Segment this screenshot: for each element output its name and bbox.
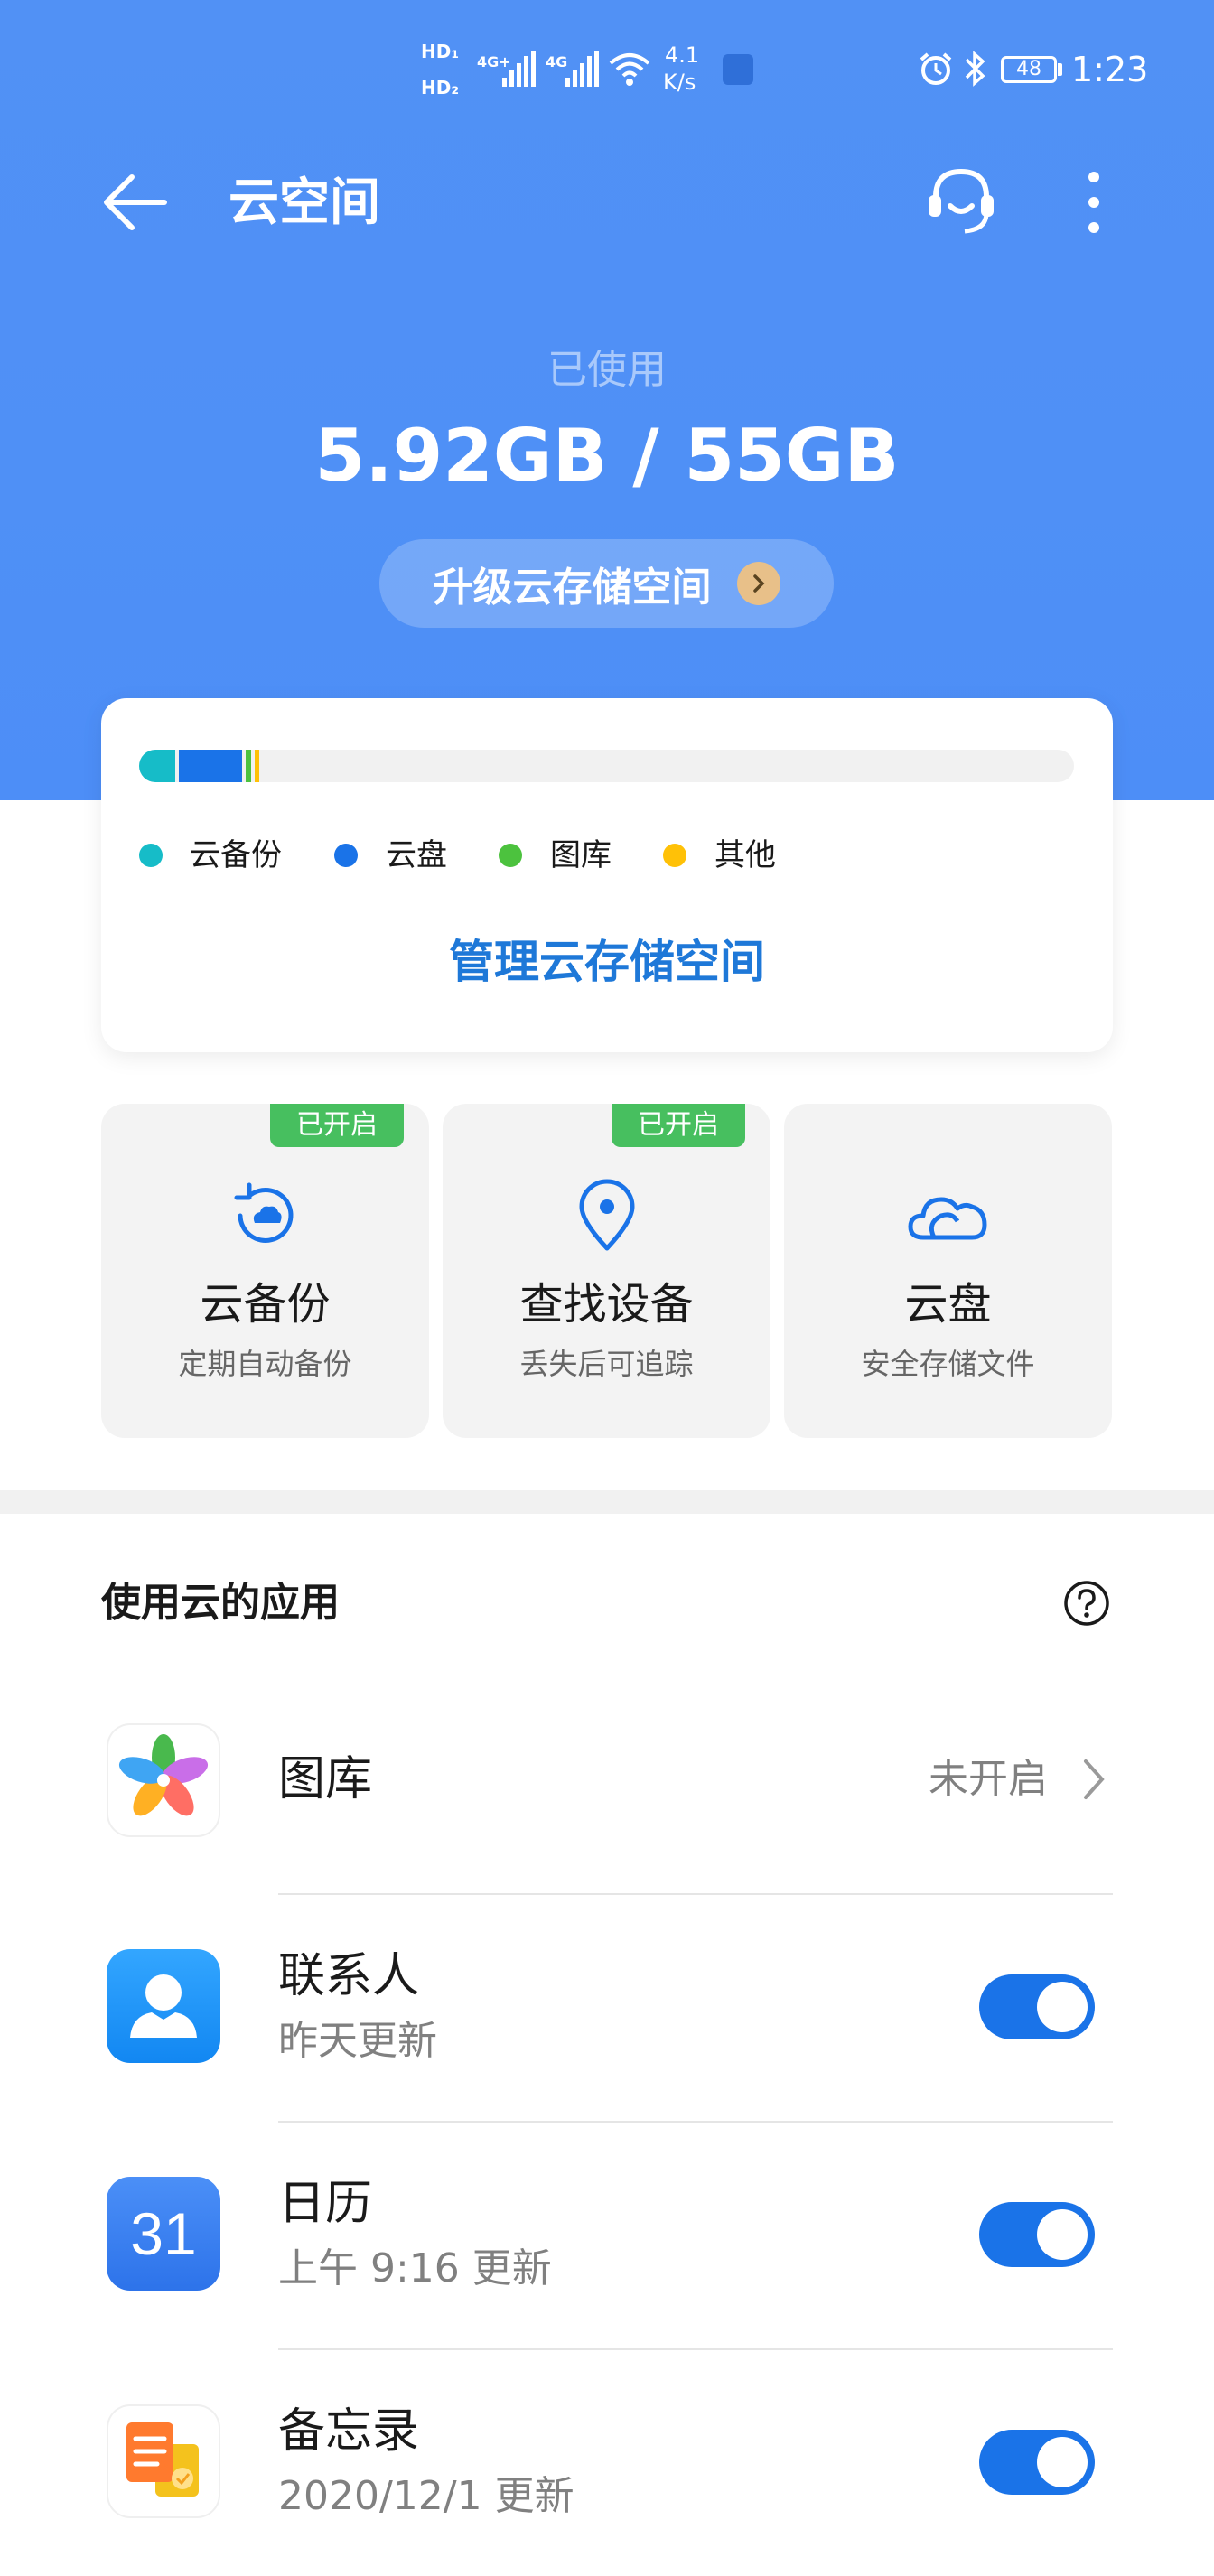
app-row-notes: 备忘录 2020/12/1 更新: [0, 2350, 1214, 2576]
sim2-hd-label: HD₂: [421, 77, 460, 98]
legend-label-drive: 云盘: [386, 837, 447, 873]
app-status: 未开启: [929, 1756, 1048, 1802]
wifi-icon: [609, 53, 650, 86]
location-pin-icon: [443, 1178, 770, 1254]
app-name: 联系人: [278, 1949, 420, 2003]
app-name: 日历: [278, 2177, 373, 2231]
status-bar: HD₁ HD₂ 4G+ 4G 4.1 K/s 48 1:23: [0, 0, 1214, 135]
usage-value: 5.92GB / 55GB: [314, 414, 900, 498]
legend-label-backup: 云备份: [190, 837, 282, 873]
app-row-contacts: 联系人 昨天更新: [0, 1895, 1214, 2121]
page-title: 云空间: [229, 173, 380, 232]
chevron-right-icon: [1084, 1759, 1105, 1799]
app-name: 图库: [278, 1752, 373, 1806]
alarm-icon: [920, 52, 952, 85]
sync-toggle[interactable]: [979, 1974, 1095, 2039]
storage-segment-backup: [139, 750, 175, 782]
apps-section-title: 使用云的应用: [101, 1580, 340, 1626]
storage-segment-other: [255, 750, 259, 782]
usage-label: 已使用: [547, 347, 667, 393]
customer-service-icon[interactable]: [923, 163, 999, 238]
toggle-knob: [1037, 2209, 1088, 2260]
legend-dot-other: [663, 844, 686, 867]
sync-toggle[interactable]: [979, 2202, 1095, 2267]
app-last-updated: 2020/12/1 更新: [278, 2473, 574, 2519]
cloud-backup-icon: [101, 1178, 429, 1254]
storage-segment-gallery: [246, 750, 251, 782]
legend-label-other: 其他: [714, 837, 776, 873]
enabled-badge: 已开启: [612, 1104, 745, 1147]
gallery-app-icon: [107, 1723, 220, 1837]
bluetooth-icon: [965, 51, 985, 87]
storage-segment-drive: [179, 750, 242, 782]
feature-title: 云盘: [904, 1279, 992, 1330]
app-notification-icon: [723, 54, 753, 85]
app-last-updated: 昨天更新: [278, 2018, 437, 2064]
feature-tile-cloud-backup[interactable]: 已开启 云备份 定期自动备份: [101, 1104, 429, 1438]
feature-title: 查找设备: [519, 1279, 694, 1330]
back-arrow-icon[interactable]: [101, 168, 170, 237]
manage-storage-link[interactable]: 管理云存储空间: [101, 935, 1113, 989]
legend-dot-gallery: [499, 844, 522, 867]
legend-label-gallery: 图库: [550, 837, 612, 873]
cloud-icon: [784, 1178, 1112, 1254]
sim1-hd-label: HD₁: [421, 41, 460, 62]
battery-tip-icon: [1058, 63, 1062, 76]
storage-usage-bar: [139, 750, 1074, 782]
feature-title: 云备份: [200, 1279, 331, 1330]
toggle-knob: [1037, 1982, 1088, 2032]
feature-tile-cloud-drive[interactable]: 云盘 安全存储文件: [784, 1104, 1112, 1438]
chevron-right-icon: [736, 562, 780, 605]
feature-subtitle: 安全存储文件: [861, 1347, 1035, 1381]
app-name: 备忘录: [278, 2404, 420, 2459]
contacts-app-icon: [107, 1949, 220, 2063]
toggle-knob: [1037, 2437, 1088, 2487]
calendar-app-icon: 31: [107, 2177, 220, 2291]
legend-dot-drive: [334, 844, 358, 867]
more-options-icon[interactable]: [1080, 168, 1107, 237]
feature-subtitle: 丢失后可追踪: [519, 1347, 694, 1381]
app-row-gallery[interactable]: 图库 未开启: [0, 1698, 1214, 1893]
sync-toggle[interactable]: [979, 2430, 1095, 2495]
upgrade-storage-label: 升级云存储空间: [433, 565, 712, 611]
signal-icon: [502, 51, 536, 87]
storage-card: 云备份 云盘 图库 其他 管理云存储空间: [101, 698, 1113, 1052]
help-icon[interactable]: [1062, 1579, 1111, 1628]
app-row-calendar: 31 日历 上午 9:16 更新: [0, 2123, 1214, 2348]
network-speed-unit: K/s: [663, 70, 696, 95]
clock: 1:23: [1071, 50, 1149, 89]
feature-tile-find-device[interactable]: 已开启 查找设备 丢失后可追踪: [443, 1104, 770, 1438]
network-speed-value: 4.1: [665, 42, 700, 68]
enabled-badge: 已开启: [270, 1104, 404, 1147]
signal-icon: [565, 51, 599, 87]
feature-subtitle: 定期自动备份: [178, 1347, 352, 1381]
sim2-network-label: 4G: [546, 53, 568, 70]
calendar-day-number: 31: [130, 2200, 197, 2267]
notes-app-icon: [107, 2404, 220, 2518]
upgrade-storage-button[interactable]: 升级云存储空间: [379, 539, 834, 628]
app-last-updated: 上午 9:16 更新: [278, 2245, 552, 2291]
legend-dot-backup: [139, 844, 163, 867]
section-divider: [0, 1490, 1214, 1514]
battery-level: 48: [1016, 58, 1041, 80]
battery-icon: 48: [1001, 56, 1057, 83]
